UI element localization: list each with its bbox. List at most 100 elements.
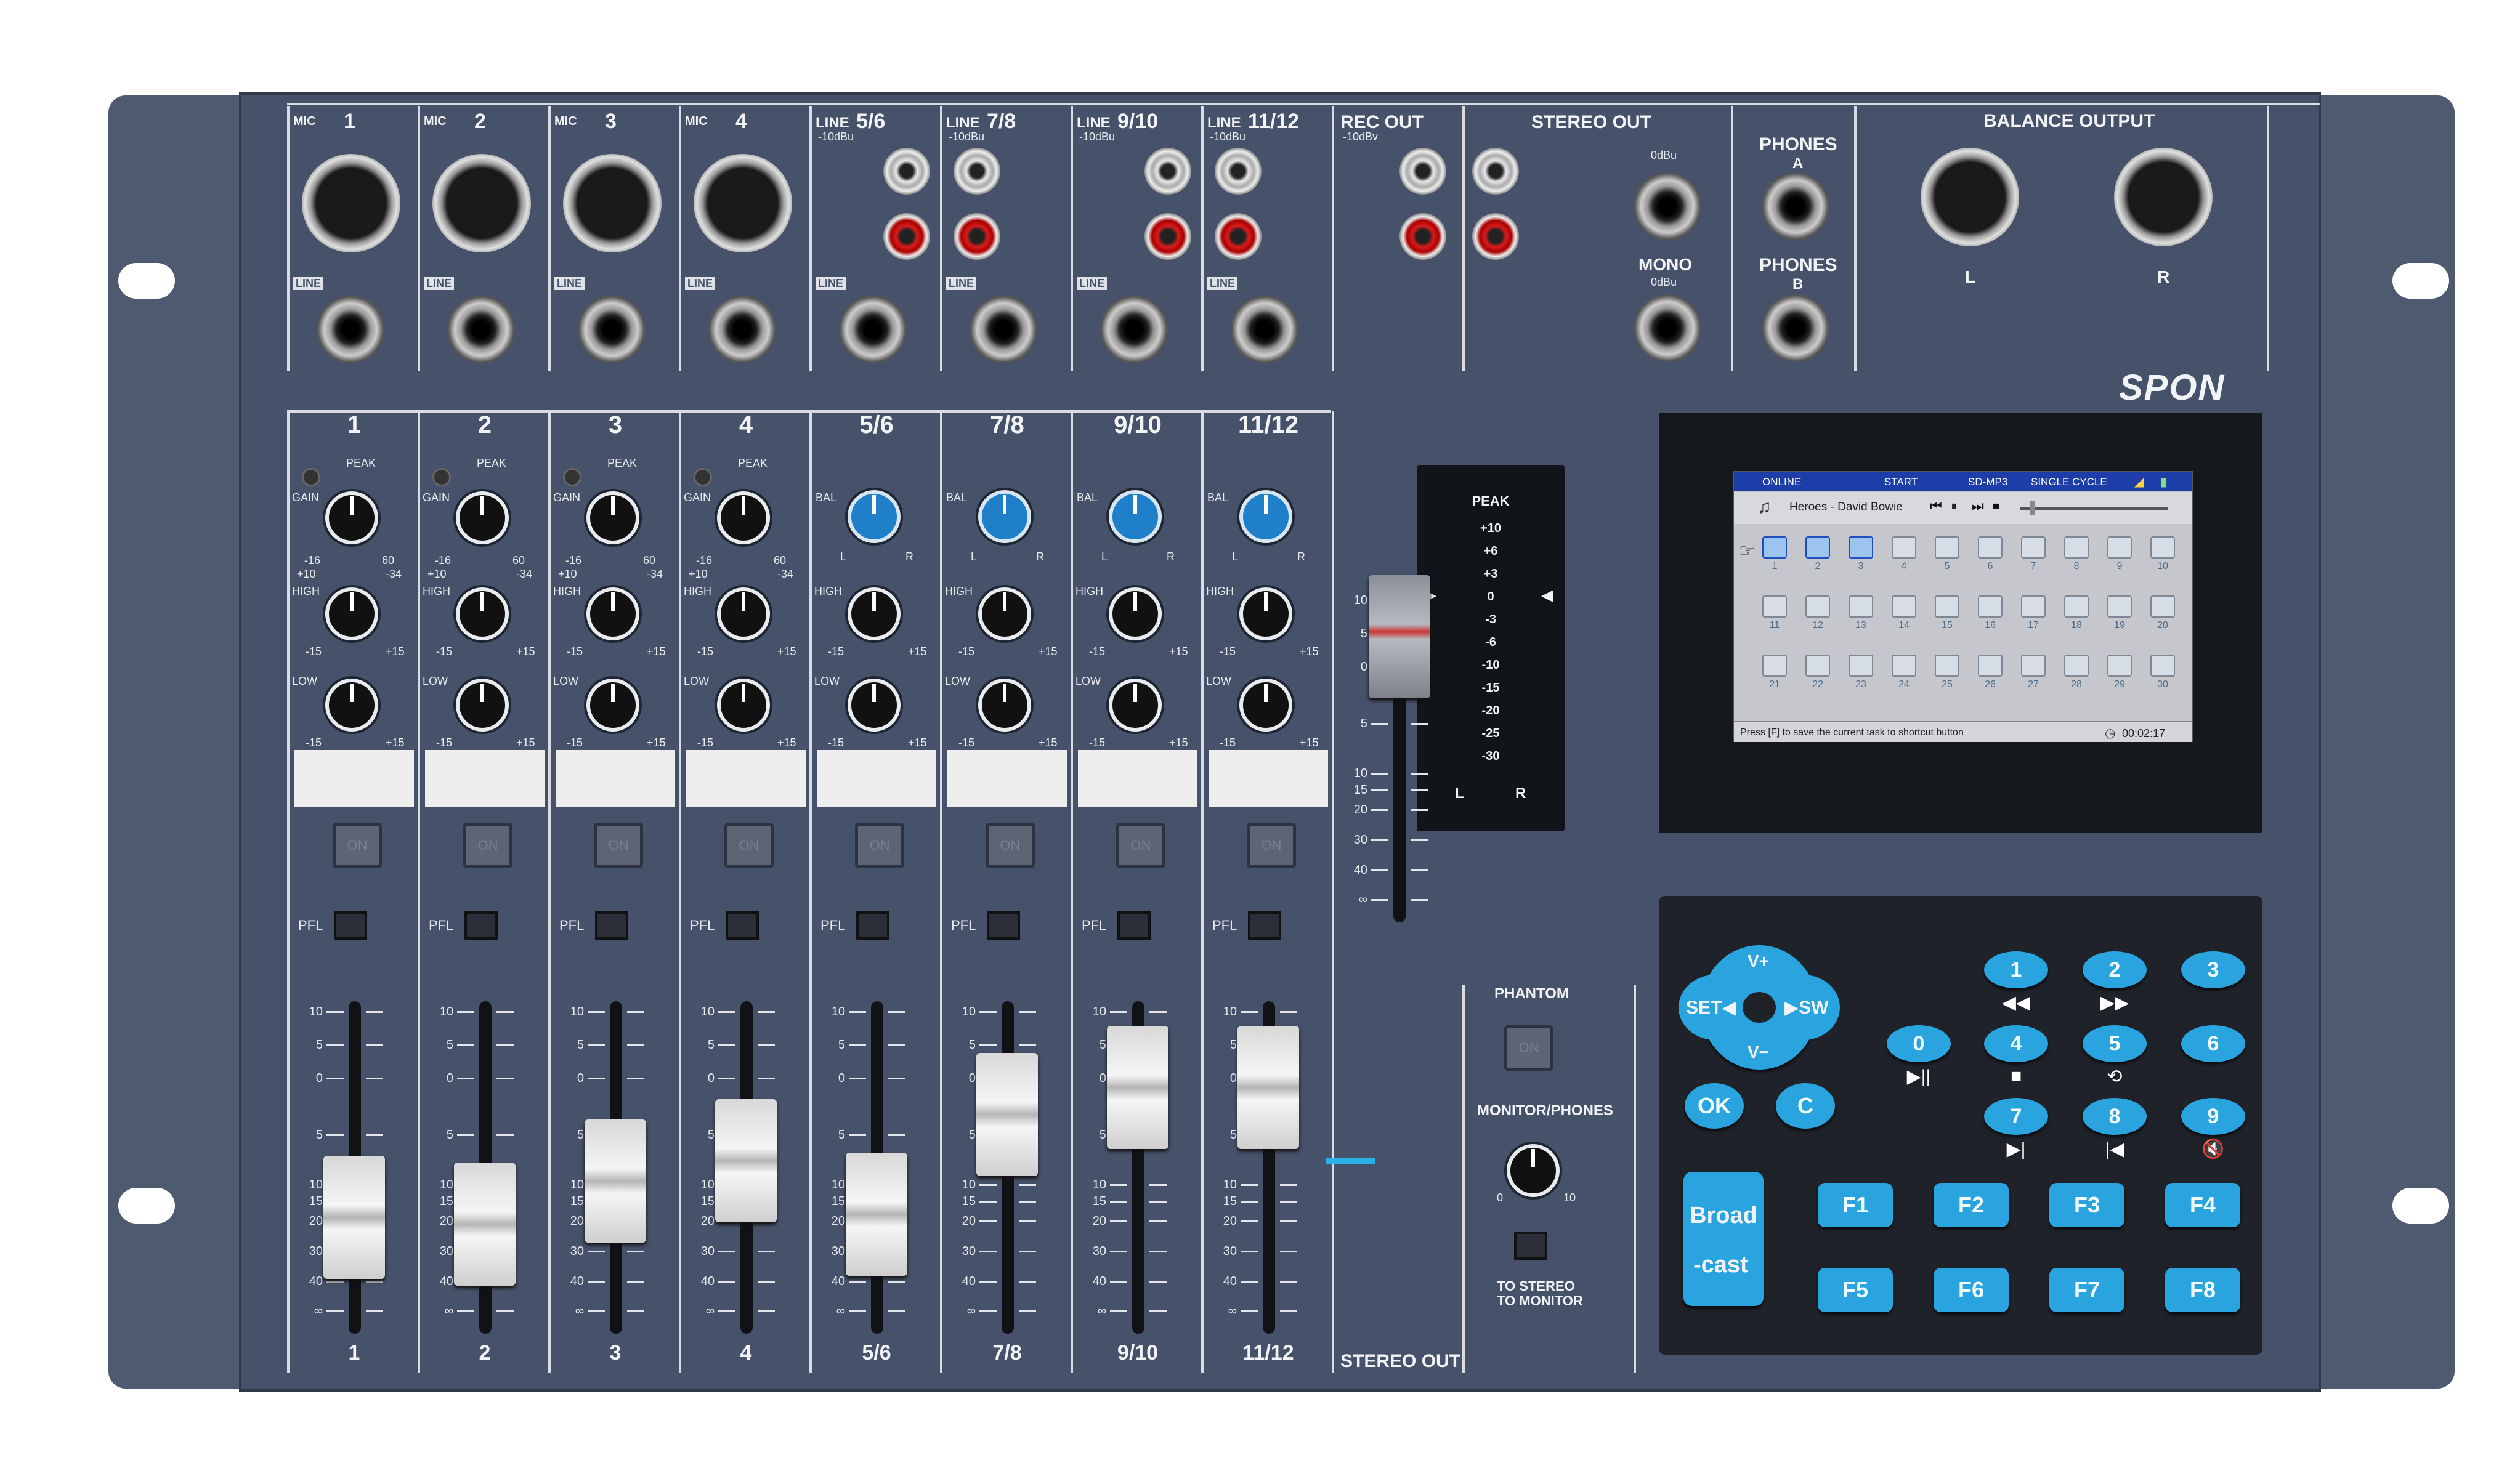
zone-terminal-icon[interactable] — [1849, 536, 1873, 559]
line-input-jack[interactable] — [970, 296, 1037, 363]
rca-left-jack[interactable] — [883, 148, 930, 195]
zone-terminal-icon[interactable] — [2150, 655, 2175, 677]
function-key[interactable]: F2 — [1934, 1183, 2009, 1227]
channel-fader[interactable] — [846, 1152, 907, 1276]
rca-left-jack[interactable] — [1144, 148, 1191, 195]
broadcast-key[interactable]: Broad -cast — [1683, 1172, 1764, 1306]
function-key[interactable]: F5 — [1818, 1268, 1893, 1312]
line-input-jack[interactable] — [839, 296, 907, 363]
high-eq-knob[interactable] — [1109, 587, 1162, 640]
function-key[interactable]: F6 — [1934, 1268, 2009, 1312]
channel-fader[interactable] — [715, 1099, 777, 1223]
number-key[interactable]: 8 — [2083, 1098, 2147, 1135]
number-key[interactable]: 6 — [2181, 1025, 2245, 1062]
pfl-button[interactable] — [1248, 911, 1281, 940]
zone-terminal-icon[interactable] — [2064, 655, 2089, 677]
zone-terminal-icon[interactable] — [2150, 536, 2175, 559]
zone-terminal-icon[interactable] — [1978, 595, 2003, 618]
zone-terminal-icon[interactable] — [2064, 536, 2089, 559]
balance-knob[interactable] — [1109, 490, 1162, 543]
high-eq-knob[interactable] — [586, 587, 639, 640]
channel-fader[interactable] — [454, 1162, 516, 1286]
on-button[interactable]: ON — [855, 823, 904, 868]
number-key[interactable]: 4 — [1984, 1025, 2048, 1062]
progress-thumb[interactable] — [2030, 501, 2035, 515]
number-key[interactable]: 3 — [2181, 951, 2245, 988]
high-eq-knob[interactable] — [848, 587, 901, 640]
low-eq-knob[interactable] — [1109, 679, 1162, 732]
gain-knob[interactable] — [456, 491, 509, 544]
zone-terminal-icon[interactable] — [2150, 595, 2175, 618]
gain-knob[interactable] — [586, 491, 639, 544]
low-eq-knob[interactable] — [456, 679, 509, 732]
pfl-button[interactable] — [1117, 911, 1151, 940]
zone-terminal-icon[interactable] — [1805, 595, 1830, 618]
zone-terminal-icon[interactable] — [1935, 536, 1959, 559]
xlr-input-jack[interactable] — [302, 154, 400, 252]
on-button[interactable]: ON — [594, 823, 643, 868]
high-eq-knob[interactable] — [1239, 587, 1292, 640]
scribble-strip[interactable] — [1209, 750, 1328, 807]
switch-key[interactable]: ▶SW — [1784, 997, 1828, 1018]
high-eq-knob[interactable] — [456, 587, 509, 640]
stereo-out-jack[interactable] — [1634, 172, 1701, 240]
channel-fader[interactable] — [323, 1156, 385, 1279]
next-icon[interactable]: ⏭ — [1972, 498, 1984, 514]
monitor-phones-knob[interactable] — [1507, 1144, 1560, 1197]
pfl-button[interactable] — [334, 911, 367, 940]
scribble-strip[interactable] — [425, 750, 545, 807]
zone-terminal-icon[interactable] — [1805, 536, 1830, 559]
xlr-input-jack[interactable] — [432, 154, 531, 252]
rca-left-jack[interactable] — [1215, 148, 1262, 195]
zone-terminal-icon[interactable] — [1935, 595, 1959, 618]
scribble-strip[interactable] — [686, 750, 806, 807]
stereo-fader-cap[interactable] — [1369, 575, 1430, 698]
number-key[interactable]: 2 — [2083, 951, 2147, 988]
function-key[interactable]: F1 — [1818, 1183, 1893, 1227]
on-button[interactable]: ON — [333, 823, 382, 868]
number-key[interactable]: 5 — [2083, 1025, 2147, 1062]
line-input-jack[interactable] — [317, 296, 384, 363]
pause-icon[interactable]: ⏸ — [1951, 498, 1958, 514]
balance-knob[interactable] — [1239, 490, 1292, 543]
number-key[interactable]: 1 — [1984, 951, 2048, 988]
channel-fader[interactable] — [585, 1119, 646, 1243]
volume-down-key[interactable]: V− — [1748, 1042, 1769, 1062]
zone-terminal-icon[interactable] — [1892, 655, 1916, 677]
gain-knob[interactable] — [717, 491, 770, 544]
channel-fader[interactable] — [1237, 1026, 1299, 1150]
zone-terminal-icon[interactable] — [1762, 536, 1787, 559]
zone-terminal-icon[interactable] — [2107, 595, 2132, 618]
pfl-button[interactable] — [464, 911, 498, 940]
progress-bar[interactable] — [2020, 507, 2168, 510]
pfl-button[interactable] — [595, 911, 628, 940]
zone-terminal-icon[interactable] — [2107, 536, 2132, 559]
zone-terminal-icon[interactable] — [1935, 655, 1959, 677]
low-eq-knob[interactable] — [1239, 679, 1292, 732]
ok-key[interactable]: OK — [1685, 1083, 1744, 1129]
zone-terminal-icon[interactable] — [1849, 655, 1873, 677]
stereo-rca-right-jack[interactable] — [1472, 213, 1519, 260]
dpad[interactable]: V+ V− SET◀ ▶SW — [1679, 945, 1840, 1070]
line-input-jack[interactable] — [1100, 296, 1168, 363]
phones-a-jack[interactable] — [1762, 172, 1829, 240]
low-eq-knob[interactable] — [586, 679, 639, 732]
prev-icon[interactable]: ⏮ — [1930, 498, 1942, 514]
function-key[interactable]: F7 — [2049, 1268, 2124, 1312]
stereo-rca-left-jack[interactable] — [1472, 148, 1519, 195]
rca-left-jack[interactable] — [954, 148, 1000, 195]
balance-left-jack[interactable] — [1921, 148, 2019, 246]
function-key[interactable]: F3 — [2049, 1183, 2124, 1227]
phantom-on-button[interactable]: ON — [1504, 1025, 1553, 1071]
zone-terminal-icon[interactable] — [2021, 655, 2046, 677]
to-monitor-switch[interactable] — [1514, 1232, 1547, 1260]
rec-out-right-jack[interactable] — [1399, 213, 1446, 260]
scribble-strip[interactable] — [947, 750, 1067, 807]
zone-terminal-icon[interactable] — [2021, 536, 2046, 559]
scribble-strip[interactable] — [817, 750, 936, 807]
low-eq-knob[interactable] — [978, 679, 1031, 732]
pfl-button[interactable] — [987, 911, 1020, 940]
zone-terminal-icon[interactable] — [2064, 595, 2089, 618]
scribble-strip[interactable] — [1078, 750, 1197, 807]
high-eq-knob[interactable] — [978, 587, 1031, 640]
